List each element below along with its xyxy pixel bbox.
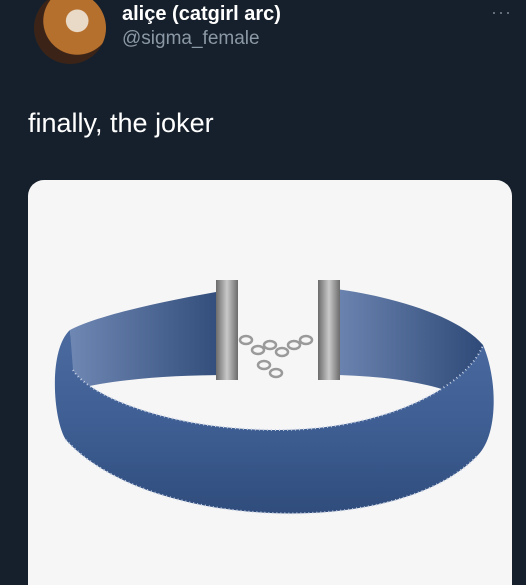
tweet-media[interactable] (28, 180, 512, 585)
denim-choker-icon (54, 280, 494, 515)
more-options-icon[interactable]: ··· (491, 0, 512, 24)
clasp-right (318, 280, 340, 380)
clasp-left (216, 280, 238, 380)
user-handle[interactable]: @sigma_female (122, 26, 281, 52)
tweet: aliçe (catgirl arc) @sigma_female ··· fi… (0, 0, 526, 585)
tweet-text: finally, the joker (28, 108, 214, 138)
choker-back-left (70, 290, 228, 390)
chain (238, 334, 314, 379)
display-name[interactable]: aliçe (catgirl arc) (122, 2, 281, 26)
avatar[interactable] (34, 0, 106, 64)
tweet-header: aliçe (catgirl arc) @sigma_female (122, 2, 281, 52)
